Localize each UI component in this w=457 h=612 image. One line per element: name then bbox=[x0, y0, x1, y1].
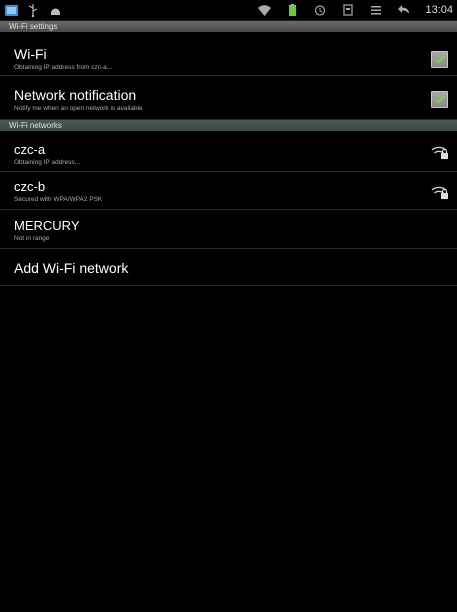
network-notification-row[interactable]: Network notification Notify me when an o… bbox=[0, 77, 457, 120]
clock: 13:04 bbox=[425, 4, 453, 16]
battery-icon bbox=[285, 3, 299, 17]
add-wifi-network-label: Add Wi-Fi network bbox=[14, 260, 129, 276]
back-icon[interactable] bbox=[397, 3, 411, 17]
network-notification-title: Network notification bbox=[14, 87, 137, 103]
network-item-czc-a[interactable]: czc-a Obtaining IP address... bbox=[0, 132, 457, 172]
network-notification-subtitle: Notify me when an open network is availa… bbox=[14, 105, 143, 112]
network-status: Obtaining IP address... bbox=[14, 159, 81, 166]
usb-icon[interactable] bbox=[26, 3, 40, 17]
check-icon bbox=[434, 95, 445, 104]
menu-icon[interactable] bbox=[369, 3, 383, 17]
add-wifi-network-row[interactable]: Add Wi-Fi network bbox=[0, 250, 457, 286]
network-item-czc-b[interactable]: czc-b Secured with WPA/WPA2 PSK bbox=[0, 173, 457, 210]
network-name: czc-b bbox=[14, 179, 46, 194]
network-name: czc-a bbox=[14, 142, 46, 157]
wifi-lock-icon bbox=[431, 186, 448, 199]
android-debug-icon[interactable] bbox=[48, 3, 62, 17]
app-notification-icon[interactable] bbox=[4, 3, 18, 17]
section-header-wifi-networks: Wi-Fi networks bbox=[0, 120, 457, 131]
check-icon bbox=[434, 55, 445, 64]
wifi-checkbox[interactable] bbox=[431, 51, 448, 68]
network-name: MERCURY bbox=[14, 218, 80, 233]
wifi-toggle-row[interactable]: Wi-Fi Obtaining IP address from czc-a... bbox=[0, 32, 457, 76]
wifi-toggle-subtitle: Obtaining IP address from czc-a... bbox=[14, 64, 113, 71]
storage-icon bbox=[341, 3, 355, 17]
status-bar: 13:04 bbox=[0, 0, 457, 21]
wifi-icon bbox=[257, 3, 271, 17]
alarm-icon bbox=[313, 3, 327, 17]
network-status: Not in range bbox=[14, 235, 50, 242]
network-status: Secured with WPA/WPA2 PSK bbox=[14, 196, 103, 203]
network-notification-checkbox[interactable] bbox=[431, 91, 448, 108]
section-header-wifi-settings: Wi-Fi settings bbox=[0, 21, 457, 32]
wifi-lock-icon bbox=[431, 146, 448, 159]
network-item-mercury[interactable]: MERCURY Not in range bbox=[0, 211, 457, 249]
wifi-toggle-title: Wi-Fi bbox=[14, 46, 47, 62]
